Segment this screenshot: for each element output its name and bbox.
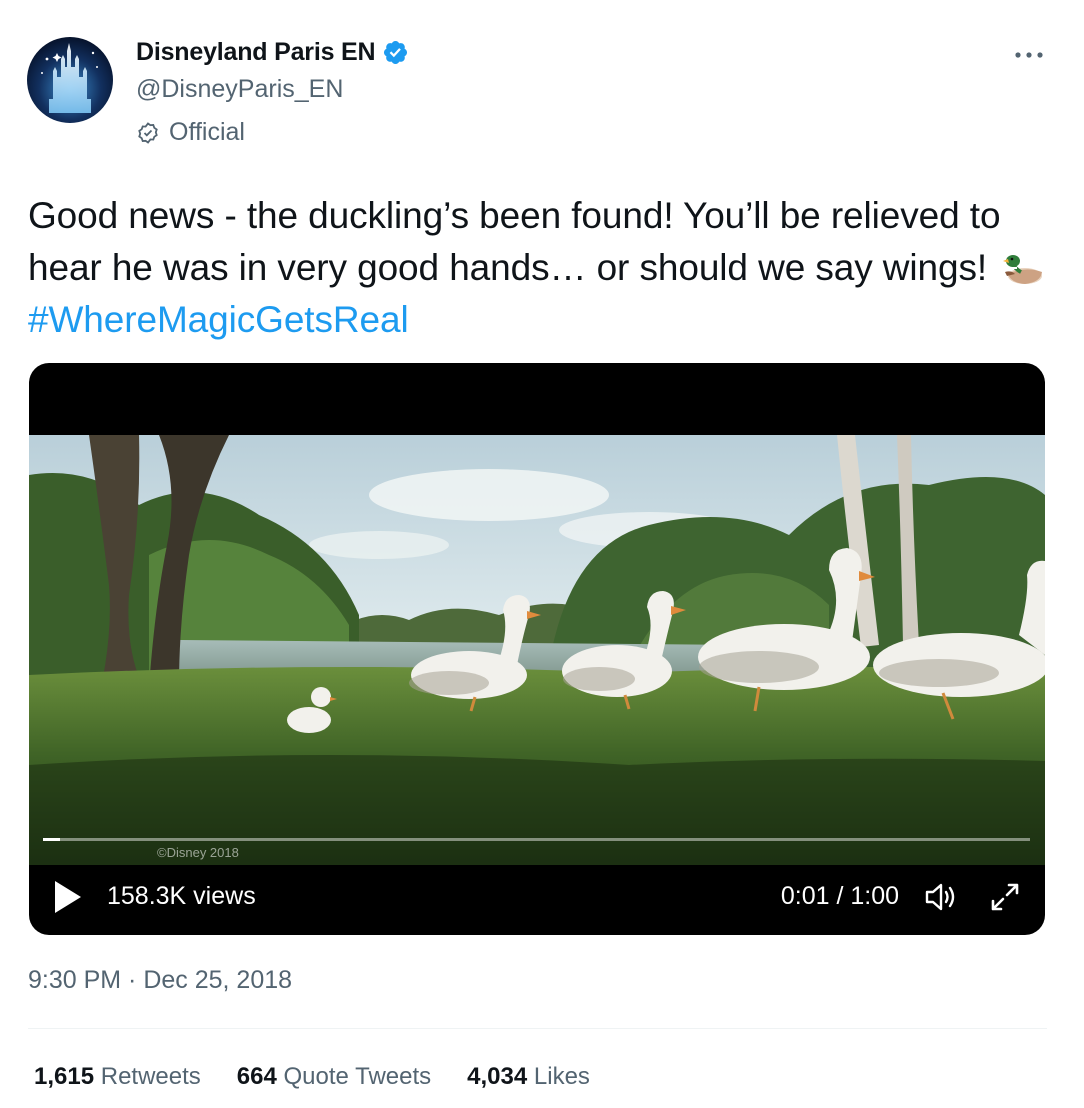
handle[interactable]: @DisneyParis_EN — [136, 75, 343, 104]
quote-tweets-count: 664 — [236, 1063, 277, 1090]
video-copyright: ©Disney 2018 — [157, 845, 239, 860]
video-controls: 158.3K views 0:01 / 1:00 — [29, 865, 1045, 935]
more-options-icon[interactable] — [1012, 40, 1046, 70]
engagement-stats: 1,615 Retweets 664 Quote Tweets 4,034 Li… — [34, 1063, 626, 1091]
likes-stat[interactable]: 4,034 Likes — [467, 1063, 590, 1091]
view-count: 158.3K views — [107, 882, 256, 910]
quote-tweets-label: Quote Tweets — [283, 1063, 432, 1090]
progress-bar[interactable] — [43, 838, 1030, 841]
verified-badge-icon — [382, 39, 409, 66]
tweet-card: Disneyland Paris EN @DisneyParis_EN Offi… — [0, 0, 1084, 1108]
tweet-body: Good news - the duckling’s been found! Y… — [28, 195, 1001, 288]
likes-label: Likes — [533, 1063, 590, 1090]
video-player[interactable]: ©Disney 2018 158.3K views 0:01 / 1:00 — [29, 363, 1045, 935]
video-frame[interactable] — [29, 435, 1045, 865]
progress-fill — [43, 838, 60, 841]
volume-icon[interactable] — [922, 879, 958, 915]
display-name[interactable]: Disneyland Paris EN — [136, 38, 376, 67]
duck-emoji-icon — [1001, 248, 1045, 284]
play-icon[interactable] — [53, 879, 83, 915]
official-text: Official — [169, 118, 245, 146]
avatar[interactable] — [27, 37, 113, 123]
retweets-label: Retweets — [100, 1063, 201, 1090]
official-badge-icon — [136, 121, 160, 145]
official-label: Official — [136, 118, 245, 147]
retweets-count: 1,615 — [34, 1063, 95, 1090]
quote-tweets-stat[interactable]: 664 Quote Tweets — [237, 1063, 431, 1091]
author-name-row[interactable]: Disneyland Paris EN — [136, 38, 409, 67]
retweets-stat[interactable]: 1,615 Retweets — [34, 1063, 201, 1091]
tweet-timestamp[interactable]: 9:30 PM · Dec 25, 2018 — [28, 966, 292, 995]
divider — [28, 1028, 1047, 1029]
tweet-text: Good news - the duckling’s been found! Y… — [28, 190, 1048, 346]
likes-count: 4,034 — [467, 1063, 528, 1090]
fullscreen-icon[interactable] — [987, 879, 1023, 915]
hashtag-link[interactable]: #WhereMagicGetsReal — [28, 299, 409, 340]
video-time: 0:01 / 1:00 — [780, 882, 899, 910]
